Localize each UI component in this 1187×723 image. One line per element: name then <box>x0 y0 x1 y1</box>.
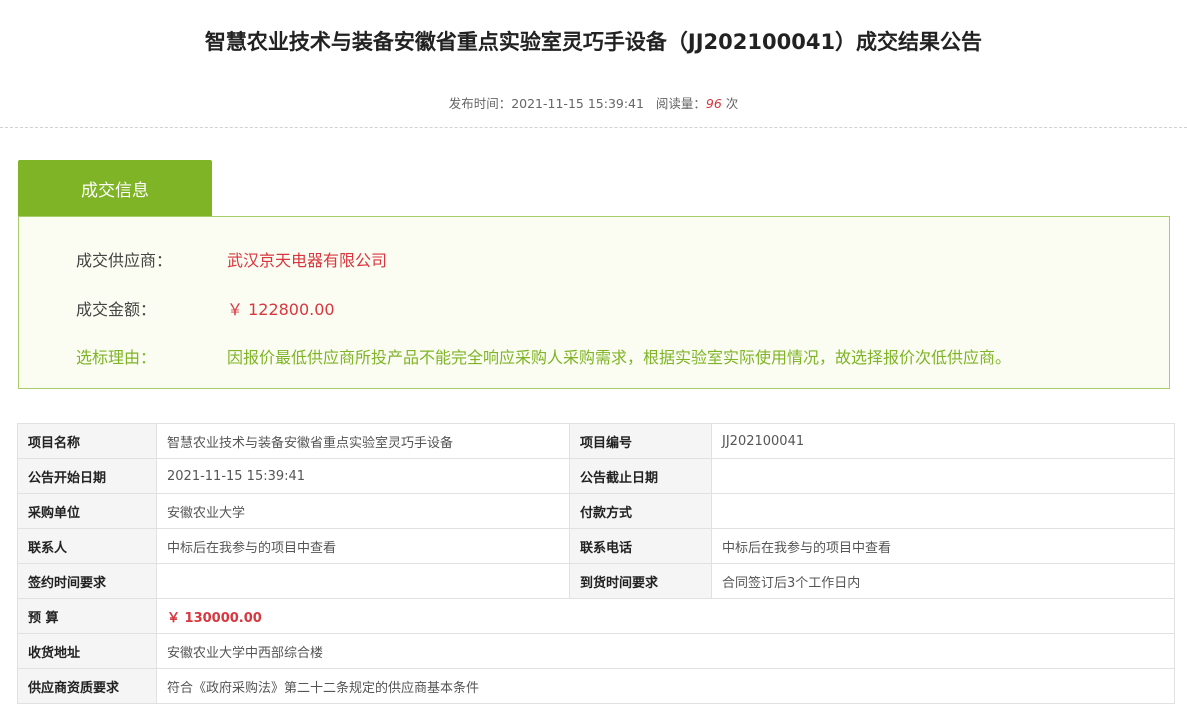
table-row: 预 算 ￥ 130000.00 <box>17 598 1175 634</box>
reason-label: 选标理由： <box>76 348 157 367</box>
table-row: 收货地址 安徽农业大学中西部综合楼 <box>17 633 1175 669</box>
contact-label: 联系人 <box>17 528 157 564</box>
reason-value: 因报价最低供应商所投产品不能完全响应采购人采购需求，根据实验室实际使用情况，故选… <box>227 348 1012 367</box>
buyer-label: 采购单位 <box>17 493 157 529</box>
budget-value: ￥ 130000.00 <box>156 598 1175 634</box>
project-name-value: 智慧农业技术与装备安徽省重点实验室灵巧手设备 <box>156 423 570 459</box>
payment-value <box>711 493 1175 529</box>
table-row: 采购单位 安徽农业大学 付款方式 <box>17 493 1175 529</box>
tab-deal-info[interactable]: 成交信息 <box>18 160 212 216</box>
table-row: 联系人 中标后在我参与的项目中查看 联系电话 中标后在我参与的项目中查看 <box>17 528 1175 564</box>
publish-label: 发布时间： <box>448 96 512 111</box>
project-detail-table: 项目名称 智慧农业技术与装备安徽省重点实验室灵巧手设备 项目编号 JJ20210… <box>17 423 1175 704</box>
supplier-row: 成交供应商： 武汉京天电器有限公司 <box>76 247 387 271</box>
amount-label: 成交金额： <box>76 300 157 319</box>
supplier-label: 成交供应商： <box>76 251 173 270</box>
buyer-value: 安徽农业大学 <box>156 493 570 529</box>
amount-row: 成交金额： ￥ 122800.00 <box>76 296 335 320</box>
phone-label: 联系电话 <box>569 528 712 564</box>
project-name-label: 项目名称 <box>17 423 157 459</box>
qualification-value: 符合《政府采购法》第二十二条规定的供应商基本条件 <box>156 668 1175 704</box>
address-value: 安徽农业大学中西部综合楼 <box>156 633 1175 669</box>
end-date-value <box>711 458 1175 494</box>
project-no-value: JJ202100041 <box>711 423 1175 459</box>
qualification-label: 供应商资质要求 <box>17 668 157 704</box>
read-count-label: 阅读量： <box>655 96 706 111</box>
delivery-time-label: 到货时间要求 <box>569 563 712 599</box>
read-count-unit: 次 <box>725 96 739 111</box>
project-no-label: 项目编号 <box>569 423 712 459</box>
table-row: 签约时间要求 到货时间要求 合同签订后3个工作日内 <box>17 563 1175 599</box>
start-date-label: 公告开始日期 <box>17 458 157 494</box>
budget-label: 预 算 <box>17 598 157 634</box>
table-row: 项目名称 智慧农业技术与装备安徽省重点实验室灵巧手设备 项目编号 JJ20210… <box>17 423 1175 459</box>
start-date-value: 2021-11-15 15:39:41 <box>156 458 570 494</box>
publish-meta: 发布时间：2021-11-15 15:39:41 阅读量：96 次 <box>0 93 1187 112</box>
table-row: 公告开始日期 2021-11-15 15:39:41 公告截止日期 <box>17 458 1175 494</box>
supplier-value: 武汉京天电器有限公司 <box>227 251 388 270</box>
table-row: 供应商资质要求 符合《政府采购法》第二十二条规定的供应商基本条件 <box>17 668 1175 704</box>
sign-time-label: 签约时间要求 <box>17 563 157 599</box>
reason-row: 选标理由： 因报价最低供应商所投产品不能完全响应采购人采购需求，根据实验室实际使… <box>76 344 1011 368</box>
title-divider <box>0 127 1187 128</box>
payment-label: 付款方式 <box>569 493 712 529</box>
amount-value: ￥ 122800.00 <box>227 300 335 319</box>
read-count: 96 <box>705 96 722 111</box>
contact-value: 中标后在我参与的项目中查看 <box>156 528 570 564</box>
deal-info-panel: 成交供应商： 武汉京天电器有限公司 成交金额： ￥ 122800.00 选标理由… <box>18 216 1170 389</box>
sign-time-value <box>156 563 570 599</box>
phone-value: 中标后在我参与的项目中查看 <box>711 528 1175 564</box>
delivery-time-value: 合同签订后3个工作日内 <box>711 563 1175 599</box>
page-title: 智慧农业技术与装备安徽省重点实验室灵巧手设备（JJ202100041）成交结果公… <box>204 30 983 54</box>
publish-time: 2021-11-15 15:39:41 <box>511 96 644 111</box>
address-label: 收货地址 <box>17 633 157 669</box>
end-date-label: 公告截止日期 <box>569 458 712 494</box>
